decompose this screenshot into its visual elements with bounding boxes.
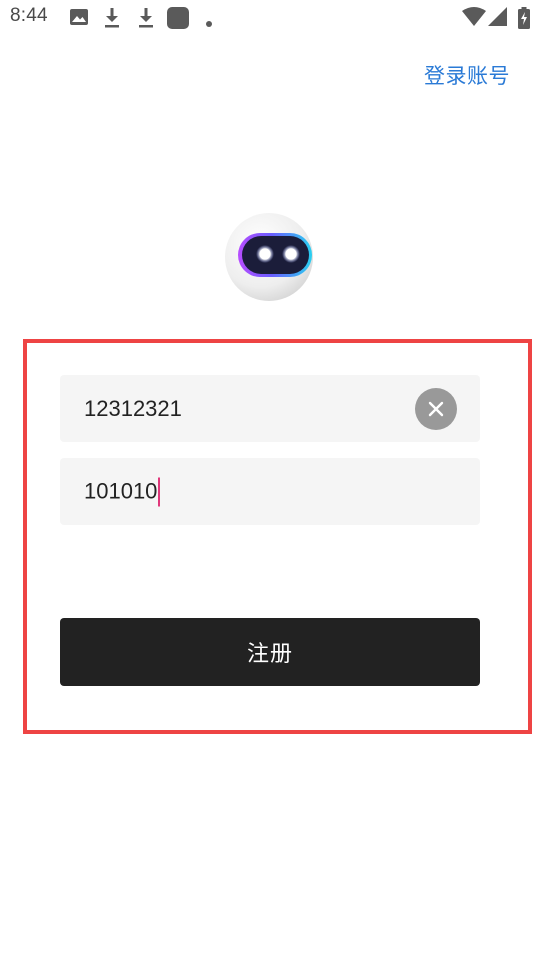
password-field-value: 101010 (84, 478, 158, 504)
wifi-icon (462, 7, 486, 31)
battery-charging-icon (518, 7, 530, 33)
password-field[interactable]: 101010 (60, 458, 480, 525)
password-field-content: 101010 (84, 477, 161, 506)
image-icon (69, 7, 89, 31)
dot-icon (205, 13, 213, 32)
download-icon (102, 7, 122, 33)
app-icon (167, 7, 189, 33)
status-time: 8:44 (10, 5, 48, 26)
login-account-link[interactable]: 登录账号 (424, 60, 510, 90)
cellular-icon (488, 7, 508, 31)
register-button[interactable]: 注册 (60, 618, 480, 686)
account-field[interactable]: 12312321 (60, 375, 480, 442)
close-icon (428, 401, 444, 416)
text-caret (158, 477, 161, 506)
robot-face-icon (225, 213, 313, 301)
status-bar: 8:44 (0, 0, 540, 36)
clear-button[interactable] (415, 387, 457, 430)
account-field-value: 12312321 (84, 395, 182, 421)
download-icon (136, 7, 156, 33)
